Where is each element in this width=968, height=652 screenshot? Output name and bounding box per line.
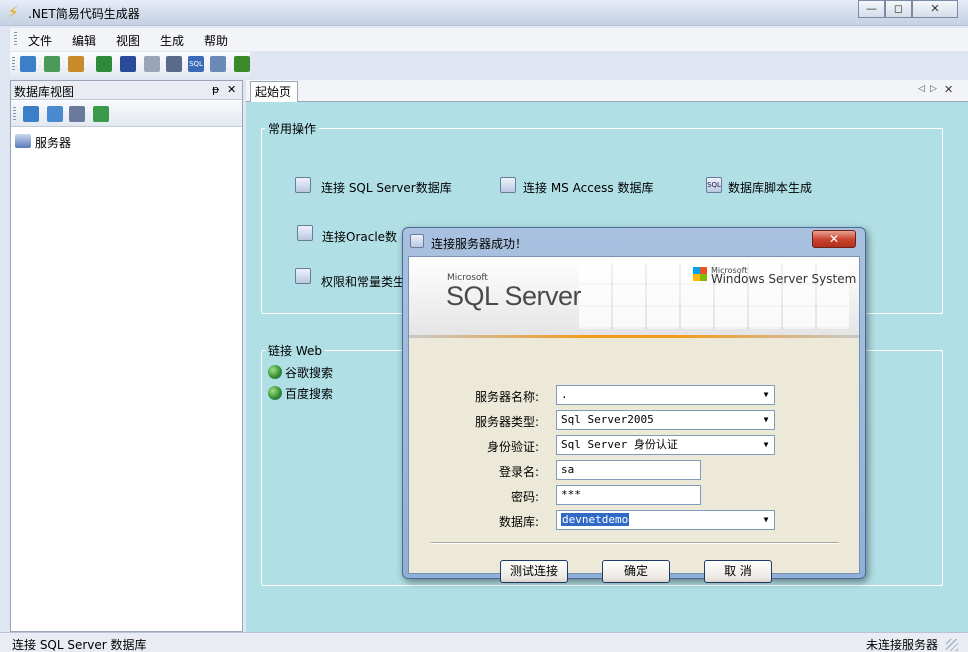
- pin-icon[interactable]: ᵽ: [212, 83, 219, 96]
- database-view-panel: 数据库视图 ᵽ ✕ 服务器: [10, 80, 243, 632]
- window-title-bar: ⚡ .NET简易代码生成器 — ◻ ✕: [0, 0, 968, 26]
- refresh-icon[interactable]: [93, 106, 109, 122]
- close-window-button[interactable]: ✕: [912, 0, 958, 18]
- password-input[interactable]: ***: [556, 485, 701, 505]
- banner-sql-server: SQL Server: [446, 281, 582, 311]
- tree-root-servers[interactable]: 服务器: [35, 134, 71, 151]
- chevron-down-icon[interactable]: ▼: [758, 511, 774, 529]
- sql-server-banner: Microsoft SQL Server Microsoft Windows S…: [409, 257, 859, 337]
- status-right-text: 未连接服务器: [866, 638, 939, 652]
- tab-next-icon[interactable]: ▷: [930, 84, 937, 94]
- lightning-icon: ⚡: [8, 3, 19, 21]
- panel-toolbar-grip: [13, 107, 16, 121]
- permission-class-icon: [295, 268, 311, 284]
- auth-select[interactable]: Sql Server 身份认证 ▼: [556, 435, 775, 455]
- server-type-select[interactable]: Sql Server2005 ▼: [556, 410, 775, 430]
- access-connect-icon: [500, 177, 516, 193]
- connect-access-link[interactable]: 连接 MS Access 数据库: [523, 179, 654, 196]
- menu-generate[interactable]: 生成: [160, 32, 184, 49]
- windows-flag-icon: [693, 267, 707, 281]
- window-title: .NET简易代码生成器: [28, 7, 140, 21]
- panel-header: 数据库视图 ᵽ ✕: [11, 81, 242, 100]
- menu-edit[interactable]: 编辑: [72, 32, 96, 49]
- label-password: 密码:: [510, 490, 539, 504]
- login-input[interactable]: sa: [556, 460, 701, 480]
- database-select[interactable]: devnetdemo ▼: [556, 510, 775, 530]
- db-script-link[interactable]: 数据库脚本生成: [728, 179, 812, 196]
- banner-windows-server: Windows Server System: [711, 272, 857, 286]
- label-server-name: 服务器名称:: [474, 390, 539, 404]
- status-bar: 连接 SQL Server 数据库 未连接服务器: [0, 632, 968, 652]
- google-search-link[interactable]: 谷歌搜索: [285, 364, 333, 381]
- tab-close-icon[interactable]: ✕: [944, 83, 953, 96]
- status-left-text: 连接 SQL Server 数据库: [12, 638, 147, 652]
- sql-icon[interactable]: SQL: [188, 56, 204, 72]
- restore-button[interactable]: ◻: [885, 0, 912, 18]
- ok-button[interactable]: 确定: [602, 560, 670, 583]
- cancel-button[interactable]: 取 消: [704, 560, 772, 583]
- chevron-down-icon[interactable]: ▼: [758, 436, 774, 454]
- save-icon[interactable]: [120, 56, 136, 72]
- tab-prev-icon[interactable]: ◁: [918, 84, 925, 94]
- connect-db-icon[interactable]: [47, 106, 63, 122]
- import-icon[interactable]: [96, 56, 112, 72]
- sql-server-connect-icon: [295, 177, 311, 193]
- server-type-value: Sql Server2005: [561, 413, 654, 426]
- resize-grip-icon[interactable]: [946, 639, 958, 651]
- panel-title: 数据库视图: [14, 85, 75, 99]
- server-name-value: .: [561, 388, 568, 401]
- menu-bar: 文件 编辑 视图 生成 帮助: [10, 28, 968, 51]
- label-server-type: 服务器类型:: [474, 415, 539, 429]
- minimize-button[interactable]: —: [858, 0, 885, 18]
- banner-accent-line: [409, 335, 859, 338]
- new-connection-icon[interactable]: [44, 56, 60, 72]
- dialog-title: 连接服务器成功！: [431, 237, 528, 251]
- menu-grip: [14, 32, 17, 46]
- toolbar-grip: [12, 57, 15, 71]
- web-links-label: 链接 Web: [265, 342, 325, 359]
- connect-dialog: 连接服务器成功！ ✕ Microsoft SQL Server Microsof…: [402, 227, 866, 583]
- globe-icon: [268, 386, 282, 400]
- test-connection-button[interactable]: 测试连接: [500, 560, 568, 583]
- dialog-body: Microsoft SQL Server Microsoft Windows S…: [408, 256, 860, 583]
- build-icon[interactable]: [166, 56, 182, 72]
- server-icon: [15, 134, 31, 148]
- tab-start-page[interactable]: 起始页: [250, 81, 298, 102]
- main-toolbar: SQL: [10, 52, 250, 76]
- database-value: devnetdemo: [561, 513, 630, 526]
- globe-icon: [268, 365, 282, 379]
- panel-toolbar: [11, 101, 242, 127]
- tab-strip: 起始页 ◁ ▷ ✕: [246, 80, 968, 102]
- chevron-down-icon[interactable]: ▼: [758, 386, 774, 404]
- connect-sql-server-link[interactable]: 连接 SQL Server数据库: [321, 179, 452, 196]
- info-icon[interactable]: [144, 56, 160, 72]
- label-database: 数据库:: [498, 515, 539, 529]
- panel-close-icon[interactable]: ✕: [227, 83, 236, 96]
- menu-help[interactable]: 帮助: [204, 32, 228, 49]
- chevron-down-icon[interactable]: ▼: [758, 411, 774, 429]
- server-name-select[interactable]: . ▼: [556, 385, 775, 405]
- script-icon[interactable]: [210, 56, 226, 72]
- dialog-connect-icon: [410, 234, 424, 248]
- auth-value: Sql Server 身份认证: [561, 438, 678, 451]
- label-auth: 身份验证:: [486, 440, 539, 454]
- sql-script-icon: SQL: [706, 177, 722, 193]
- dialog-close-button[interactable]: ✕: [812, 230, 856, 248]
- menu-file[interactable]: 文件: [28, 32, 52, 49]
- dialog-divider: [431, 542, 839, 544]
- connect-server-icon[interactable]: [20, 56, 36, 72]
- exit-icon[interactable]: [234, 56, 250, 72]
- baidu-search-link[interactable]: 百度搜索: [285, 385, 333, 402]
- common-ops-label: 常用操作: [265, 120, 320, 137]
- document-icon[interactable]: [68, 56, 84, 72]
- login-value: sa: [561, 463, 575, 476]
- label-login: 登录名:: [498, 465, 539, 479]
- disconnect-icon[interactable]: [69, 106, 85, 122]
- add-server-icon[interactable]: [23, 106, 39, 122]
- password-value: ***: [561, 488, 581, 501]
- menu-view[interactable]: 视图: [116, 32, 140, 49]
- oracle-connect-icon: [297, 225, 313, 241]
- connect-oracle-link[interactable]: 连接Oracle数: [322, 228, 397, 245]
- permission-class-link[interactable]: 权限和常量类生: [321, 273, 405, 290]
